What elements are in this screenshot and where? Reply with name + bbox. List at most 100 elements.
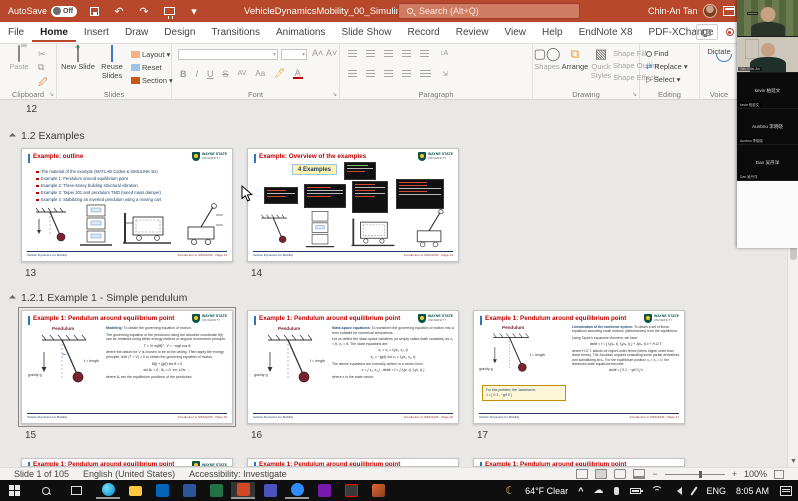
section-button[interactable]: Section▾ xyxy=(131,76,173,85)
language-indicator[interactable]: English (United States) xyxy=(83,469,175,479)
clock[interactable]: 8:05 AM xyxy=(731,486,774,496)
format-painter-button[interactable]: 🖉 xyxy=(36,75,50,91)
battery-icon[interactable] xyxy=(630,488,641,494)
slide-thumbnail-19-partial[interactable]: Example 1: Pendulum around equilibrium p… xyxy=(247,458,459,467)
underline-button[interactable]: U xyxy=(205,69,216,79)
italic-button[interactable]: I xyxy=(194,69,201,79)
replace-button[interactable]: ⇄Replace▾ xyxy=(646,62,688,71)
copy-button[interactable]: ⧉ xyxy=(36,62,50,73)
wifi-icon[interactable] xyxy=(651,486,663,495)
collapse-triangle-icon[interactable] xyxy=(9,294,16,301)
tab-file[interactable]: File xyxy=(0,23,32,42)
clipboard-dialog-launcher-icon[interactable]: ↘ xyxy=(49,91,54,98)
strikethrough-button[interactable]: S xyxy=(221,69,231,79)
font-color-button[interactable]: A xyxy=(293,69,303,79)
slide-number-17[interactable]: 17 xyxy=(477,430,488,441)
microphone-icon[interactable] xyxy=(614,487,619,495)
video-tile-4[interactable]: Aunbnu 李晓晓 Aunbnu 李晓晓 xyxy=(737,109,798,145)
quick-styles-button[interactable]: ▧ QuickStyles xyxy=(588,47,614,80)
slide-number-13[interactable]: 13 xyxy=(25,268,36,279)
taskbar-acrobat[interactable] xyxy=(339,482,363,499)
dictate-button[interactable]: Dictate xyxy=(702,47,736,57)
task-view-button[interactable] xyxy=(64,482,88,499)
undo-button[interactable]: ↶ xyxy=(111,4,127,18)
collapse-triangle-icon[interactable] xyxy=(9,132,16,139)
autosave-toggle[interactable]: AutoSave Off xyxy=(8,6,77,17)
slide-number-16[interactable]: 16 xyxy=(251,430,262,441)
reuse-slides-button[interactable]: Reuse Slides xyxy=(95,47,129,80)
speaker-icon[interactable] xyxy=(673,487,682,495)
bold-button[interactable]: B xyxy=(178,69,189,79)
slide-number-15[interactable]: 15 xyxy=(25,430,36,441)
increase-indent-button[interactable] xyxy=(402,50,411,57)
start-button[interactable] xyxy=(2,482,26,499)
slide-thumbnail-14[interactable]: Example: Overview of the examples WAYNE … xyxy=(247,148,459,262)
input-language[interactable]: ENG xyxy=(701,486,731,496)
taskbar-edge[interactable] xyxy=(96,482,120,499)
justify-button[interactable] xyxy=(402,70,411,77)
taskbar-meeting-app[interactable] xyxy=(285,482,309,499)
character-spacing-button[interactable]: AV xyxy=(236,70,249,77)
redo-button[interactable]: ↷ xyxy=(136,4,152,18)
zoom-out-button[interactable]: − xyxy=(652,469,657,479)
weather-status[interactable]: 64°F Clear xyxy=(520,486,573,496)
slide-thumbnail-18-partial[interactable]: Example 1: Pendulum around equilibrium p… xyxy=(21,458,233,467)
arrange-button[interactable]: ⧉ Arrange xyxy=(560,47,590,72)
taskbar-powerpoint-active[interactable] xyxy=(231,482,255,499)
decrease-font-button[interactable]: A˅ xyxy=(324,48,339,58)
font-size-select[interactable]: ▾ xyxy=(281,49,307,60)
tab-home[interactable]: Home xyxy=(32,23,76,42)
slide-sorter-view-button[interactable] xyxy=(595,469,607,479)
video-tile-1[interactable] xyxy=(737,0,798,37)
slideshow-view-button[interactable] xyxy=(633,469,645,479)
find-button[interactable]: Find xyxy=(646,49,688,58)
taskbar-matlab[interactable] xyxy=(366,482,390,499)
layout-button[interactable]: Layout▾ xyxy=(131,50,173,59)
select-button[interactable]: ▷Select▾ xyxy=(646,75,688,84)
reset-button[interactable]: Reset xyxy=(131,63,173,72)
slide-number-12[interactable]: 12 xyxy=(26,104,37,115)
new-slide-button[interactable]: + New Slide xyxy=(61,47,95,72)
increase-font-button[interactable]: A˄ xyxy=(310,48,325,58)
slide-thumbnail-15[interactable]: Example 1: Pendulum around equilibrium p… xyxy=(21,310,233,424)
taskbar-search-button[interactable] xyxy=(34,482,58,499)
convert-smartart-button[interactable]: ⇲ xyxy=(440,70,450,78)
slide-thumbnail-16[interactable]: Example 1: Pendulum around equilibrium p… xyxy=(247,310,459,424)
decrease-indent-button[interactable] xyxy=(384,50,393,57)
shapes-button[interactable]: ▢◯ Shapes xyxy=(533,47,561,72)
search-input[interactable]: Search (Alt+Q) xyxy=(398,3,580,19)
highlight-color-button[interactable]: 🖊 xyxy=(272,68,287,79)
bullets-button[interactable] xyxy=(348,50,357,57)
autosave-pill[interactable]: Off xyxy=(51,6,77,17)
comments-button[interactable] xyxy=(696,24,718,40)
reading-view-button[interactable] xyxy=(614,469,626,479)
video-tile-2[interactable]: Tan, Chin-An xyxy=(737,37,798,73)
text-direction-button[interactable]: ↕A xyxy=(438,50,450,57)
section-header-example1[interactable]: 1.2.1 Example 1 - Simple pendulum xyxy=(10,292,187,304)
numbering-button[interactable] xyxy=(366,50,375,57)
tab-transitions[interactable]: Transitions xyxy=(203,23,268,42)
align-right-button[interactable] xyxy=(384,70,393,77)
align-left-button[interactable] xyxy=(348,70,357,77)
taskbar-file-explorer[interactable] xyxy=(123,482,147,499)
accessibility-status[interactable]: Accessibility: Investigate xyxy=(189,469,287,479)
zoom-in-button[interactable]: + xyxy=(732,469,737,479)
taskbar-excel[interactable] xyxy=(204,482,228,499)
tab-slide-show[interactable]: Slide Show xyxy=(333,23,399,42)
paste-button[interactable]: Paste xyxy=(2,47,36,72)
tab-insert[interactable]: Insert xyxy=(76,23,117,42)
taskbar-teams[interactable] xyxy=(258,482,282,499)
slide-number-14[interactable]: 14 xyxy=(251,268,262,279)
zoom-level[interactable]: 100% xyxy=(744,469,767,479)
quick-access-dropdown[interactable]: ▾ xyxy=(186,4,202,18)
section-header-examples[interactable]: 1.2 Examples xyxy=(10,130,85,142)
tab-design[interactable]: Design xyxy=(156,23,203,42)
scroll-down-icon[interactable]: ▼ xyxy=(788,456,798,467)
taskbar-onenote[interactable] xyxy=(312,482,336,499)
start-presentation-button[interactable] xyxy=(161,4,177,18)
fit-to-window-icon[interactable] xyxy=(774,470,784,479)
font-dialog-launcher-icon[interactable]: ↘ xyxy=(332,91,337,98)
ribbon-display-options-icon[interactable] xyxy=(723,6,735,16)
tab-record[interactable]: Record xyxy=(399,23,447,42)
align-center-button[interactable] xyxy=(366,70,375,77)
